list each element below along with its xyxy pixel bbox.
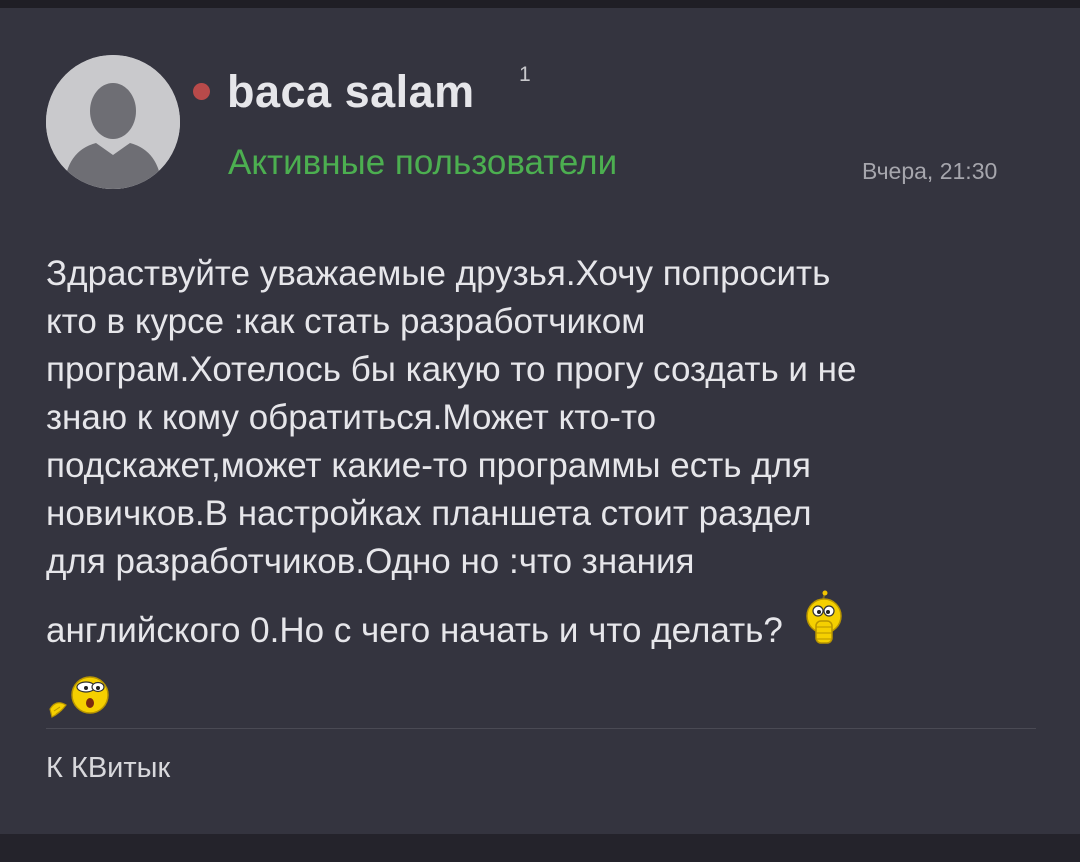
- post-body-line: знаю к кому обратиться.Может кто-то: [46, 398, 657, 437]
- top-strip: [0, 0, 1080, 8]
- post-body-line: Здраствуйте уважаемые друзья.Хочу попрос…: [46, 254, 831, 293]
- post-body-line: английского 0.Но с чего начать и что дел…: [46, 610, 783, 650]
- user-silhouette-icon: [46, 55, 180, 189]
- author-badge-count: 1: [519, 63, 531, 86]
- post-body-line: новичков.В настройках планшета стоит раз…: [46, 494, 812, 533]
- emoticon-line: [46, 669, 1036, 730]
- post-body-line: програм.Хотелось бы какую то прогу созда…: [46, 350, 857, 389]
- avatar[interactable]: [46, 55, 180, 189]
- post-body-line: подскажет,может какие-то программы есть …: [46, 446, 812, 485]
- post-signature: К КВитык: [46, 752, 171, 784]
- shocked-smiley-icon: [46, 673, 118, 734]
- post-body-line: для разработчиков.Одно но :что знания: [46, 542, 695, 581]
- post-body-line: кто в курсе :как стать разработчиком: [46, 302, 646, 341]
- online-status-dot: [193, 83, 210, 100]
- post-body: Здраствуйте уважаемые друзья.Хочу попрос…: [46, 250, 1036, 730]
- author-name[interactable]: baca salam: [227, 66, 475, 118]
- bottom-strip: [0, 834, 1080, 862]
- post-body-line-with-emoticon: английского 0.Но с чего начать и что дел…: [46, 590, 1036, 669]
- signature-divider: [46, 728, 1036, 729]
- author-group: Активные пользователи: [228, 143, 618, 182]
- post-timestamp: Вчера, 21:30: [862, 158, 998, 184]
- thinking-smiley-icon: [799, 590, 849, 663]
